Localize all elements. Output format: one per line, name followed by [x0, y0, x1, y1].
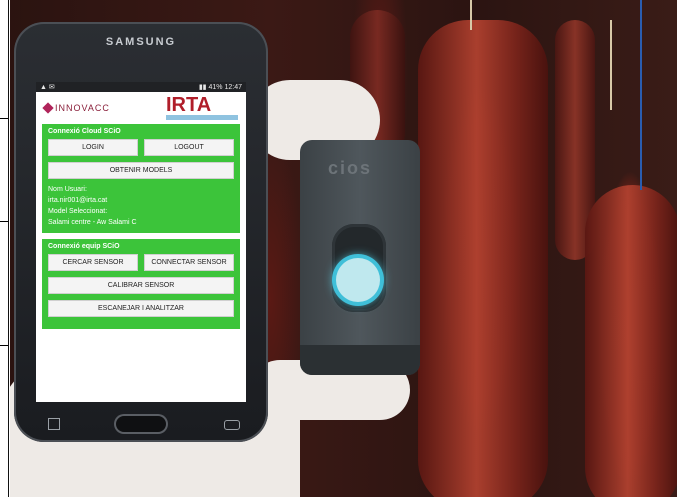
device-connection-panel: Connexió equip SCiO CERCAR SENSOR CONNEC…	[42, 239, 240, 329]
string	[640, 0, 642, 190]
irta-bar	[166, 115, 238, 120]
scan-analyze-button[interactable]: ESCANEJAR I ANALITZAR	[48, 300, 234, 317]
border-tick	[0, 118, 8, 119]
scan-button-row: ESCANEJAR I ANALITZAR	[48, 300, 234, 317]
signal-icon: ▮▮	[198, 84, 207, 91]
status-bar: ▲ ✉ ▮▮ 41% 12:47	[36, 82, 246, 92]
status-time: 12:47	[224, 84, 242, 91]
photo-scene: cios SAMSUNG ▲ ✉ ▮▮ 41% 12:47 INNOVACC I…	[0, 0, 677, 497]
logo-header: INNOVACC IRTA	[36, 92, 246, 124]
recent-apps-icon[interactable]	[48, 418, 60, 430]
string	[610, 20, 612, 110]
battery-level: 41%	[208, 84, 223, 91]
user-label: Nom Usuari:	[48, 186, 87, 193]
scio-sensor-device: cios	[300, 140, 420, 375]
connect-sensor-button[interactable]: CONNECTAR SENSOR	[144, 254, 234, 271]
cloud-connection-panel: Connexió Cloud SCiO LOGIN LOGOUT OBTENIR…	[42, 124, 240, 233]
string	[470, 0, 472, 30]
scio-light-ring	[336, 258, 380, 302]
salami	[585, 185, 677, 497]
notification-icon: ▲ ✉	[40, 84, 55, 91]
innovacc-diamond-icon	[42, 102, 54, 114]
innovacc-logo: INNOVACC	[42, 102, 110, 114]
sensor-button-row: CERCAR SENSOR CONNECTAR SENSOR	[48, 254, 234, 271]
scio-logo: cios	[328, 158, 373, 178]
status-right: ▮▮ 41% 12:47	[199, 83, 242, 91]
scio-base	[300, 345, 420, 375]
calibrate-sensor-button[interactable]: CALIBRAR SENSOR	[48, 277, 234, 294]
home-button[interactable]	[116, 416, 166, 432]
cloud-panel-title: Connexió Cloud SCiO	[48, 128, 121, 135]
login-button[interactable]: LOGIN	[48, 139, 138, 156]
smartphone: SAMSUNG ▲ ✉ ▮▮ 41% 12:47 INNOVACC IRTA C…	[14, 22, 268, 442]
phone-nav-bar	[14, 406, 268, 436]
salami	[418, 20, 548, 497]
cloud-button-row: LOGIN LOGOUT	[48, 139, 234, 156]
innovacc-text: INNOVACC	[55, 103, 110, 113]
irta-text: IRTA	[166, 94, 212, 116]
search-sensor-button[interactable]: CERCAR SENSOR	[48, 254, 138, 271]
model-label: Model Seleccionat:	[48, 208, 108, 215]
phone-brand: SAMSUNG	[105, 36, 177, 48]
border-tick	[0, 221, 8, 222]
user-value: irta.nir001@irta.cat	[48, 197, 108, 204]
device-panel-title: Connexió equip SCiO	[48, 243, 120, 250]
left-border	[0, 0, 10, 497]
irta-logo: IRTA	[166, 94, 238, 120]
models-button-row: OBTENIR MODELS	[48, 162, 234, 179]
back-icon[interactable]	[224, 420, 240, 430]
border-line	[8, 0, 9, 497]
model-value: Salami centre - Aw Salami C	[48, 219, 137, 226]
border-tick	[0, 345, 8, 346]
app-screen: ▲ ✉ ▮▮ 41% 12:47 INNOVACC IRTA Connexió …	[36, 82, 246, 402]
obtain-models-button[interactable]: OBTENIR MODELS	[48, 162, 234, 179]
calibrate-button-row: CALIBRAR SENSOR	[48, 277, 234, 294]
logout-button[interactable]: LOGOUT	[144, 139, 234, 156]
